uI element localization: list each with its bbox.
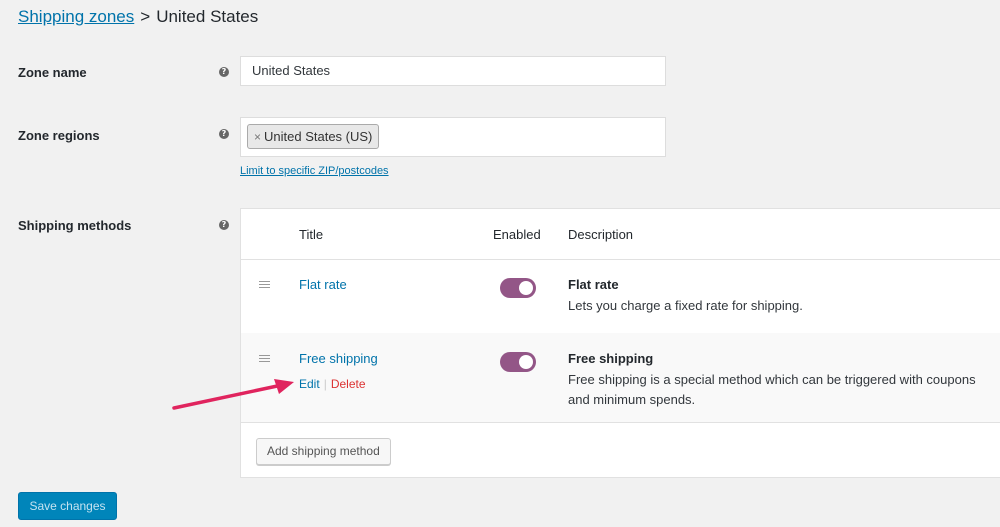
header-divider: [241, 259, 1000, 260]
zone-name-label: Zone name: [18, 65, 87, 80]
breadcrumb: Shipping zones > United States: [18, 6, 258, 28]
breadcrumb-current: United States: [156, 7, 259, 26]
breadcrumb-shipping-zones-link[interactable]: Shipping zones: [18, 7, 134, 26]
toggle-switch-icon[interactable]: [500, 278, 536, 298]
description-text: Lets you charge a fixed rate for shippin…: [568, 298, 803, 313]
zone-regions-select[interactable]: × United States (US): [240, 117, 666, 157]
method-title-flat-rate[interactable]: Flat rate: [299, 277, 347, 292]
help-icon[interactable]: ?: [219, 67, 229, 77]
help-icon[interactable]: ?: [219, 129, 229, 139]
drag-handle-icon[interactable]: [259, 281, 270, 288]
column-header-title: Title: [299, 227, 324, 242]
region-chip: × United States (US): [247, 124, 380, 149]
zone-name-input[interactable]: United States: [240, 56, 666, 86]
help-icon[interactable]: ?: [219, 220, 229, 230]
shipping-methods-table: Title Enabled Description Flat rate Flat…: [240, 208, 1000, 478]
method-title-free-shipping[interactable]: Free shipping: [299, 351, 378, 366]
drag-handle-icon[interactable]: [259, 355, 270, 362]
remove-chip-icon[interactable]: ×: [254, 130, 261, 144]
description-title: Free shipping: [568, 351, 654, 366]
annotation-arrow-icon: [172, 379, 294, 410]
zone-regions-label: Zone regions: [18, 128, 100, 143]
column-header-enabled: Enabled: [493, 227, 541, 242]
row-actions: Edit | Delete: [299, 377, 366, 391]
region-chip-label: United States (US): [264, 129, 373, 144]
save-changes-button[interactable]: Save changes: [18, 492, 117, 520]
shipping-methods-label: Shipping methods: [18, 218, 132, 233]
limit-postcodes-link[interactable]: Limit to specific ZIP/postcodes: [240, 165, 389, 177]
edit-link[interactable]: Edit: [299, 377, 320, 391]
toggle-switch-icon[interactable]: [500, 352, 536, 372]
toggle-knob: [519, 355, 533, 369]
add-shipping-method-button[interactable]: Add shipping method: [256, 438, 391, 465]
footer-divider: [241, 422, 1000, 423]
breadcrumb-separator: >: [140, 7, 151, 26]
delete-link[interactable]: Delete: [331, 377, 366, 391]
toggle-knob: [519, 281, 533, 295]
actions-separator: |: [323, 377, 327, 391]
description-title: Flat rate: [568, 277, 619, 292]
column-header-description: Description: [568, 227, 634, 242]
description-text: Free shipping is a special method which …: [568, 372, 976, 407]
